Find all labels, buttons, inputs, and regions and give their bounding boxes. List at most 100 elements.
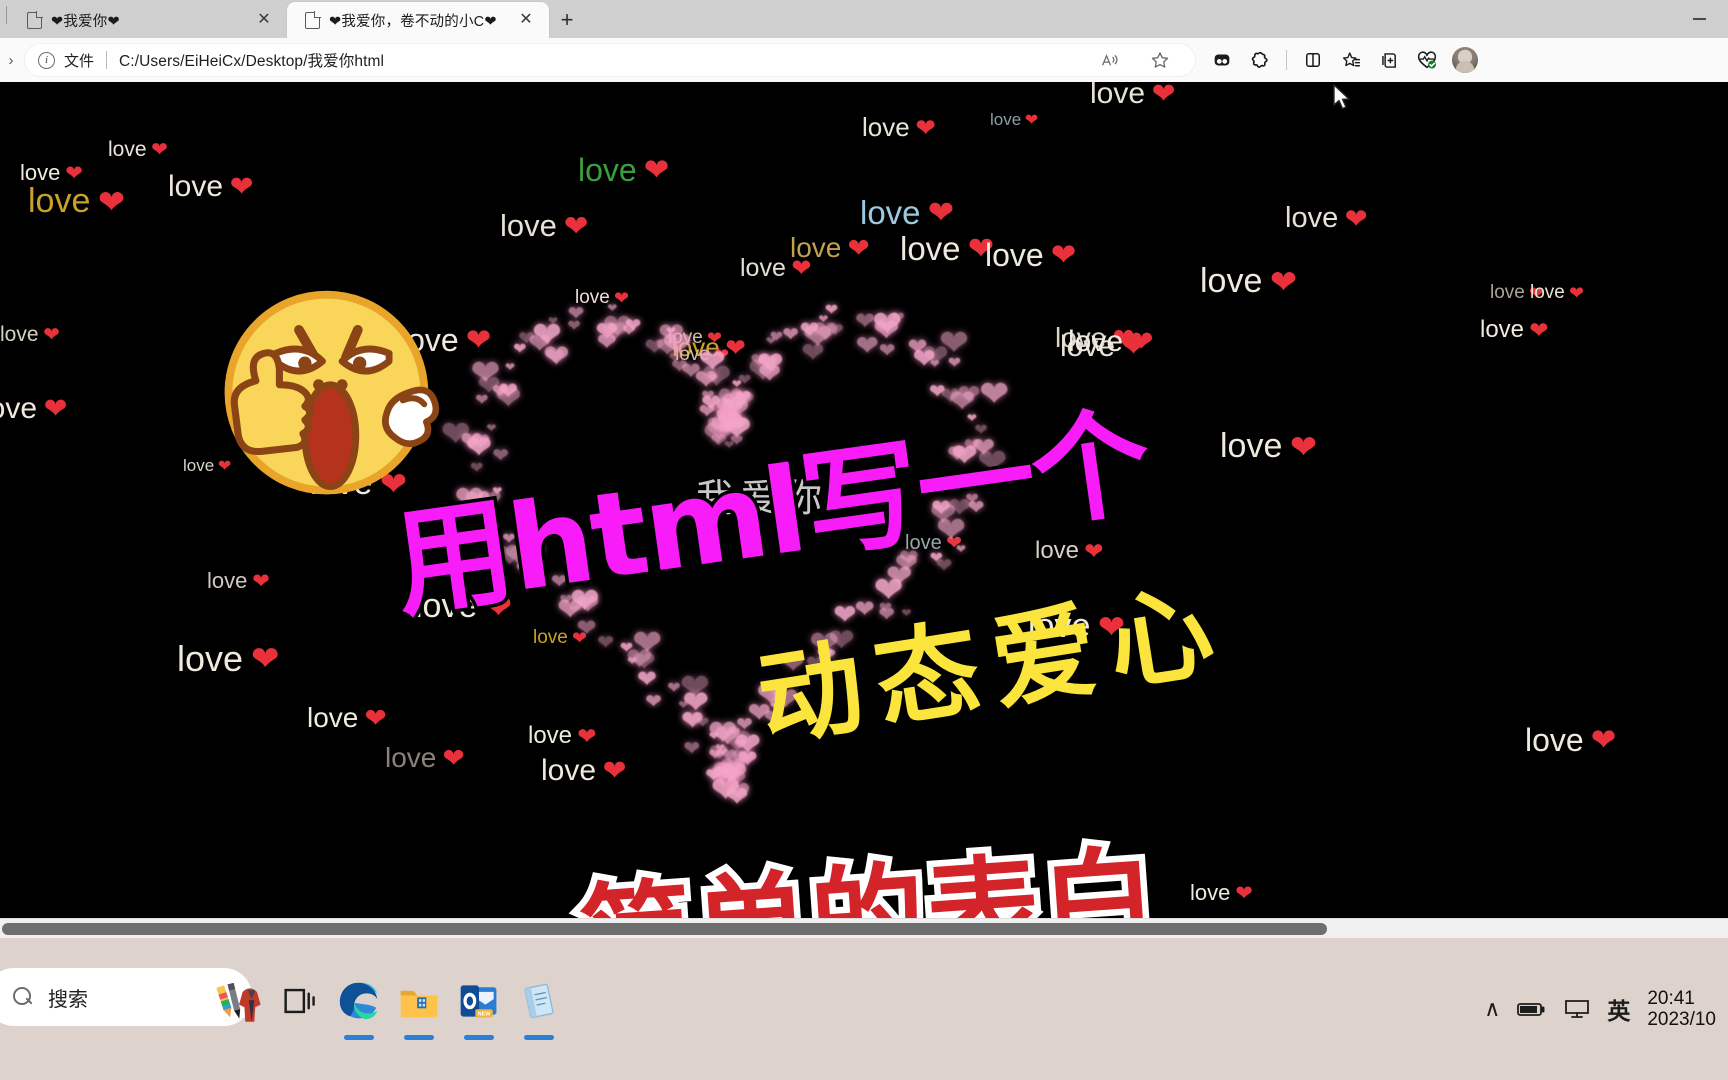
love-heart-item: love❤	[108, 137, 168, 162]
profile-avatar[interactable]	[1447, 42, 1483, 78]
heart-particle: ❤	[824, 302, 839, 320]
tray-overflow-icon[interactable]: ∧	[1484, 996, 1500, 1022]
page-document-icon	[305, 10, 321, 29]
clock-time: 20:41	[1647, 987, 1695, 1009]
edge-browser-icon[interactable]	[330, 972, 388, 1030]
extensions-icon[interactable]	[1242, 42, 1278, 78]
love-heart-item: love❤	[990, 110, 1039, 129]
browser-window: ❤我爱你❤ ✕ ❤我爱你，卷不动的小C❤ ✕ + › i 文件 C:/Users…	[0, 0, 1728, 938]
love-heart-item: love❤	[1090, 82, 1176, 110]
url-text: C:/Users/EiHeiCx/Desktop/我爱你html	[119, 53, 385, 70]
heart-particle: ❤	[891, 310, 905, 328]
love-heart-item: love❤	[1480, 316, 1549, 343]
heart-particle: ❤	[567, 303, 585, 326]
window-controls	[1670, 0, 1728, 38]
omnibox-divider	[106, 51, 108, 69]
love-heart-item: love❤	[1068, 325, 1154, 358]
love-heart-item: love❤	[207, 568, 270, 593]
navigation-bar: › i 文件 C:/Users/EiHeiCx/Desktop/我爱你html	[0, 38, 1728, 82]
love-heart-item: love❤	[385, 742, 465, 773]
love-heart-item: love❤	[1525, 722, 1617, 758]
love-heart-item: love❤	[1200, 262, 1297, 300]
task-view-icon[interactable]	[270, 972, 328, 1030]
copilot-icon[interactable]	[1204, 42, 1240, 78]
clock[interactable]: 20:41 2023/10	[1647, 988, 1716, 1031]
toolbar-divider	[1286, 50, 1287, 70]
notepad-icon[interactable]	[510, 972, 568, 1030]
taskbar-left: 搜索	[0, 938, 252, 1080]
widgets-pen-jacket-icon[interactable]	[210, 972, 268, 1030]
outlook-new-icon[interactable]: NEW	[450, 972, 508, 1030]
heart-particle: ❤	[504, 359, 516, 374]
system-tray: ∧ 英 20:41 2023/10	[1484, 938, 1722, 1080]
heart-particle: ❤	[470, 352, 501, 394]
battery-icon[interactable]	[1517, 999, 1547, 1019]
heart-particle: ❤	[878, 340, 896, 363]
heart-particle: ❤	[712, 755, 736, 787]
tab-title: ❤我爱你❤	[51, 13, 120, 30]
ime-language-indicator[interactable]: 英	[1607, 992, 1630, 1026]
read-aloud-icon[interactable]	[1092, 42, 1128, 78]
heart-particle: ❤	[877, 321, 888, 336]
display-icon[interactable]	[1564, 998, 1590, 1020]
love-heart-item: love❤	[1190, 880, 1253, 905]
tab-strip-left-divider	[6, 5, 7, 24]
heart-particle: ❤	[827, 320, 844, 343]
heart-particle: ❤	[547, 314, 559, 329]
love-heart-item: love❤	[168, 170, 254, 203]
favorites-list-icon[interactable]	[1333, 42, 1369, 78]
heart-particle: ❤	[678, 697, 689, 712]
browser-toolbar	[1204, 42, 1483, 78]
address-bar[interactable]: i 文件 C:/Users/EiHeiCx/Desktop/我爱你html	[24, 43, 1196, 77]
love-heart-item: love❤	[0, 322, 60, 347]
browser-essentials-icon[interactable]	[1409, 42, 1445, 78]
new-tab-button[interactable]: +	[549, 5, 585, 35]
split-screen-icon[interactable]	[1295, 42, 1331, 78]
heart-particle: ❤	[440, 412, 471, 454]
file-explorer-icon[interactable]	[390, 972, 448, 1030]
heart-particle: ❤	[486, 420, 497, 435]
love-heart-item: love❤	[307, 702, 387, 733]
love-heart-item: love❤	[1285, 202, 1368, 234]
page-document-icon	[27, 10, 43, 29]
love-heart-item: love❤	[860, 194, 955, 231]
love-heart-item: love❤	[0, 392, 68, 425]
browser-tab-2[interactable]: ❤我爱你，卷不动的小C❤ ✕	[287, 2, 549, 38]
tab-title: ❤我爱你，卷不动的小C❤	[329, 13, 497, 30]
search-placeholder: 搜索	[48, 988, 88, 1011]
windows-taskbar: 搜索 NEW ∧ 英 20:41 2023/10	[0, 938, 1728, 1080]
heart-particle: ❤	[665, 324, 677, 339]
love-heart-item: love❤	[1220, 427, 1317, 465]
heart-particle: ❤	[645, 690, 662, 713]
horizontal-scrollbar[interactable]	[0, 918, 1728, 938]
heart-particle: ❤	[708, 728, 719, 743]
close-icon[interactable]: ✕	[513, 7, 539, 33]
tab-strip: ❤我爱你❤ ✕ ❤我爱你，卷不动的小C❤ ✕ +	[0, 0, 1728, 38]
heart-particle: ❤	[747, 349, 778, 391]
favorite-star-icon[interactable]	[1142, 42, 1178, 78]
site-info-icon[interactable]: i	[38, 51, 55, 69]
heart-particle: ❤	[667, 679, 681, 697]
heart-particle: ❤	[619, 640, 634, 658]
taskbar-apps: NEW	[210, 968, 568, 1034]
scrollbar-thumb[interactable]	[2, 923, 1327, 935]
heart-particle: ❤	[929, 356, 940, 371]
heart-particle: ❤	[607, 300, 618, 315]
heart-particle: ❤	[597, 632, 614, 655]
svg-text:NEW: NEW	[478, 1012, 492, 1018]
minimize-button[interactable]	[1670, 0, 1728, 38]
heart-particle: ❤	[782, 323, 800, 346]
love-heart-item: love❤	[1530, 282, 1585, 303]
love-heart-item: love❤	[177, 638, 280, 679]
page-viewport: love ❤ love ❤ love ❤ love ❤ love ❤ love ❤ love ❤ love ❤…	[0, 82, 1728, 938]
love-heart-item: love❤	[28, 182, 125, 220]
love-heart-item: love❤	[862, 112, 937, 142]
heart-particle: ❤	[947, 355, 962, 373]
heart-particle: ❤	[683, 738, 701, 761]
scheme-label: 文件	[64, 52, 95, 70]
browser-tab-1[interactable]: ❤我爱你❤ ✕	[9, 2, 287, 38]
clock-date: 2023/10	[1647, 1009, 1716, 1030]
nav-left-overflow-glyph: ›	[8, 51, 14, 69]
close-icon[interactable]: ✕	[251, 7, 277, 33]
collections-icon[interactable]	[1371, 42, 1407, 78]
